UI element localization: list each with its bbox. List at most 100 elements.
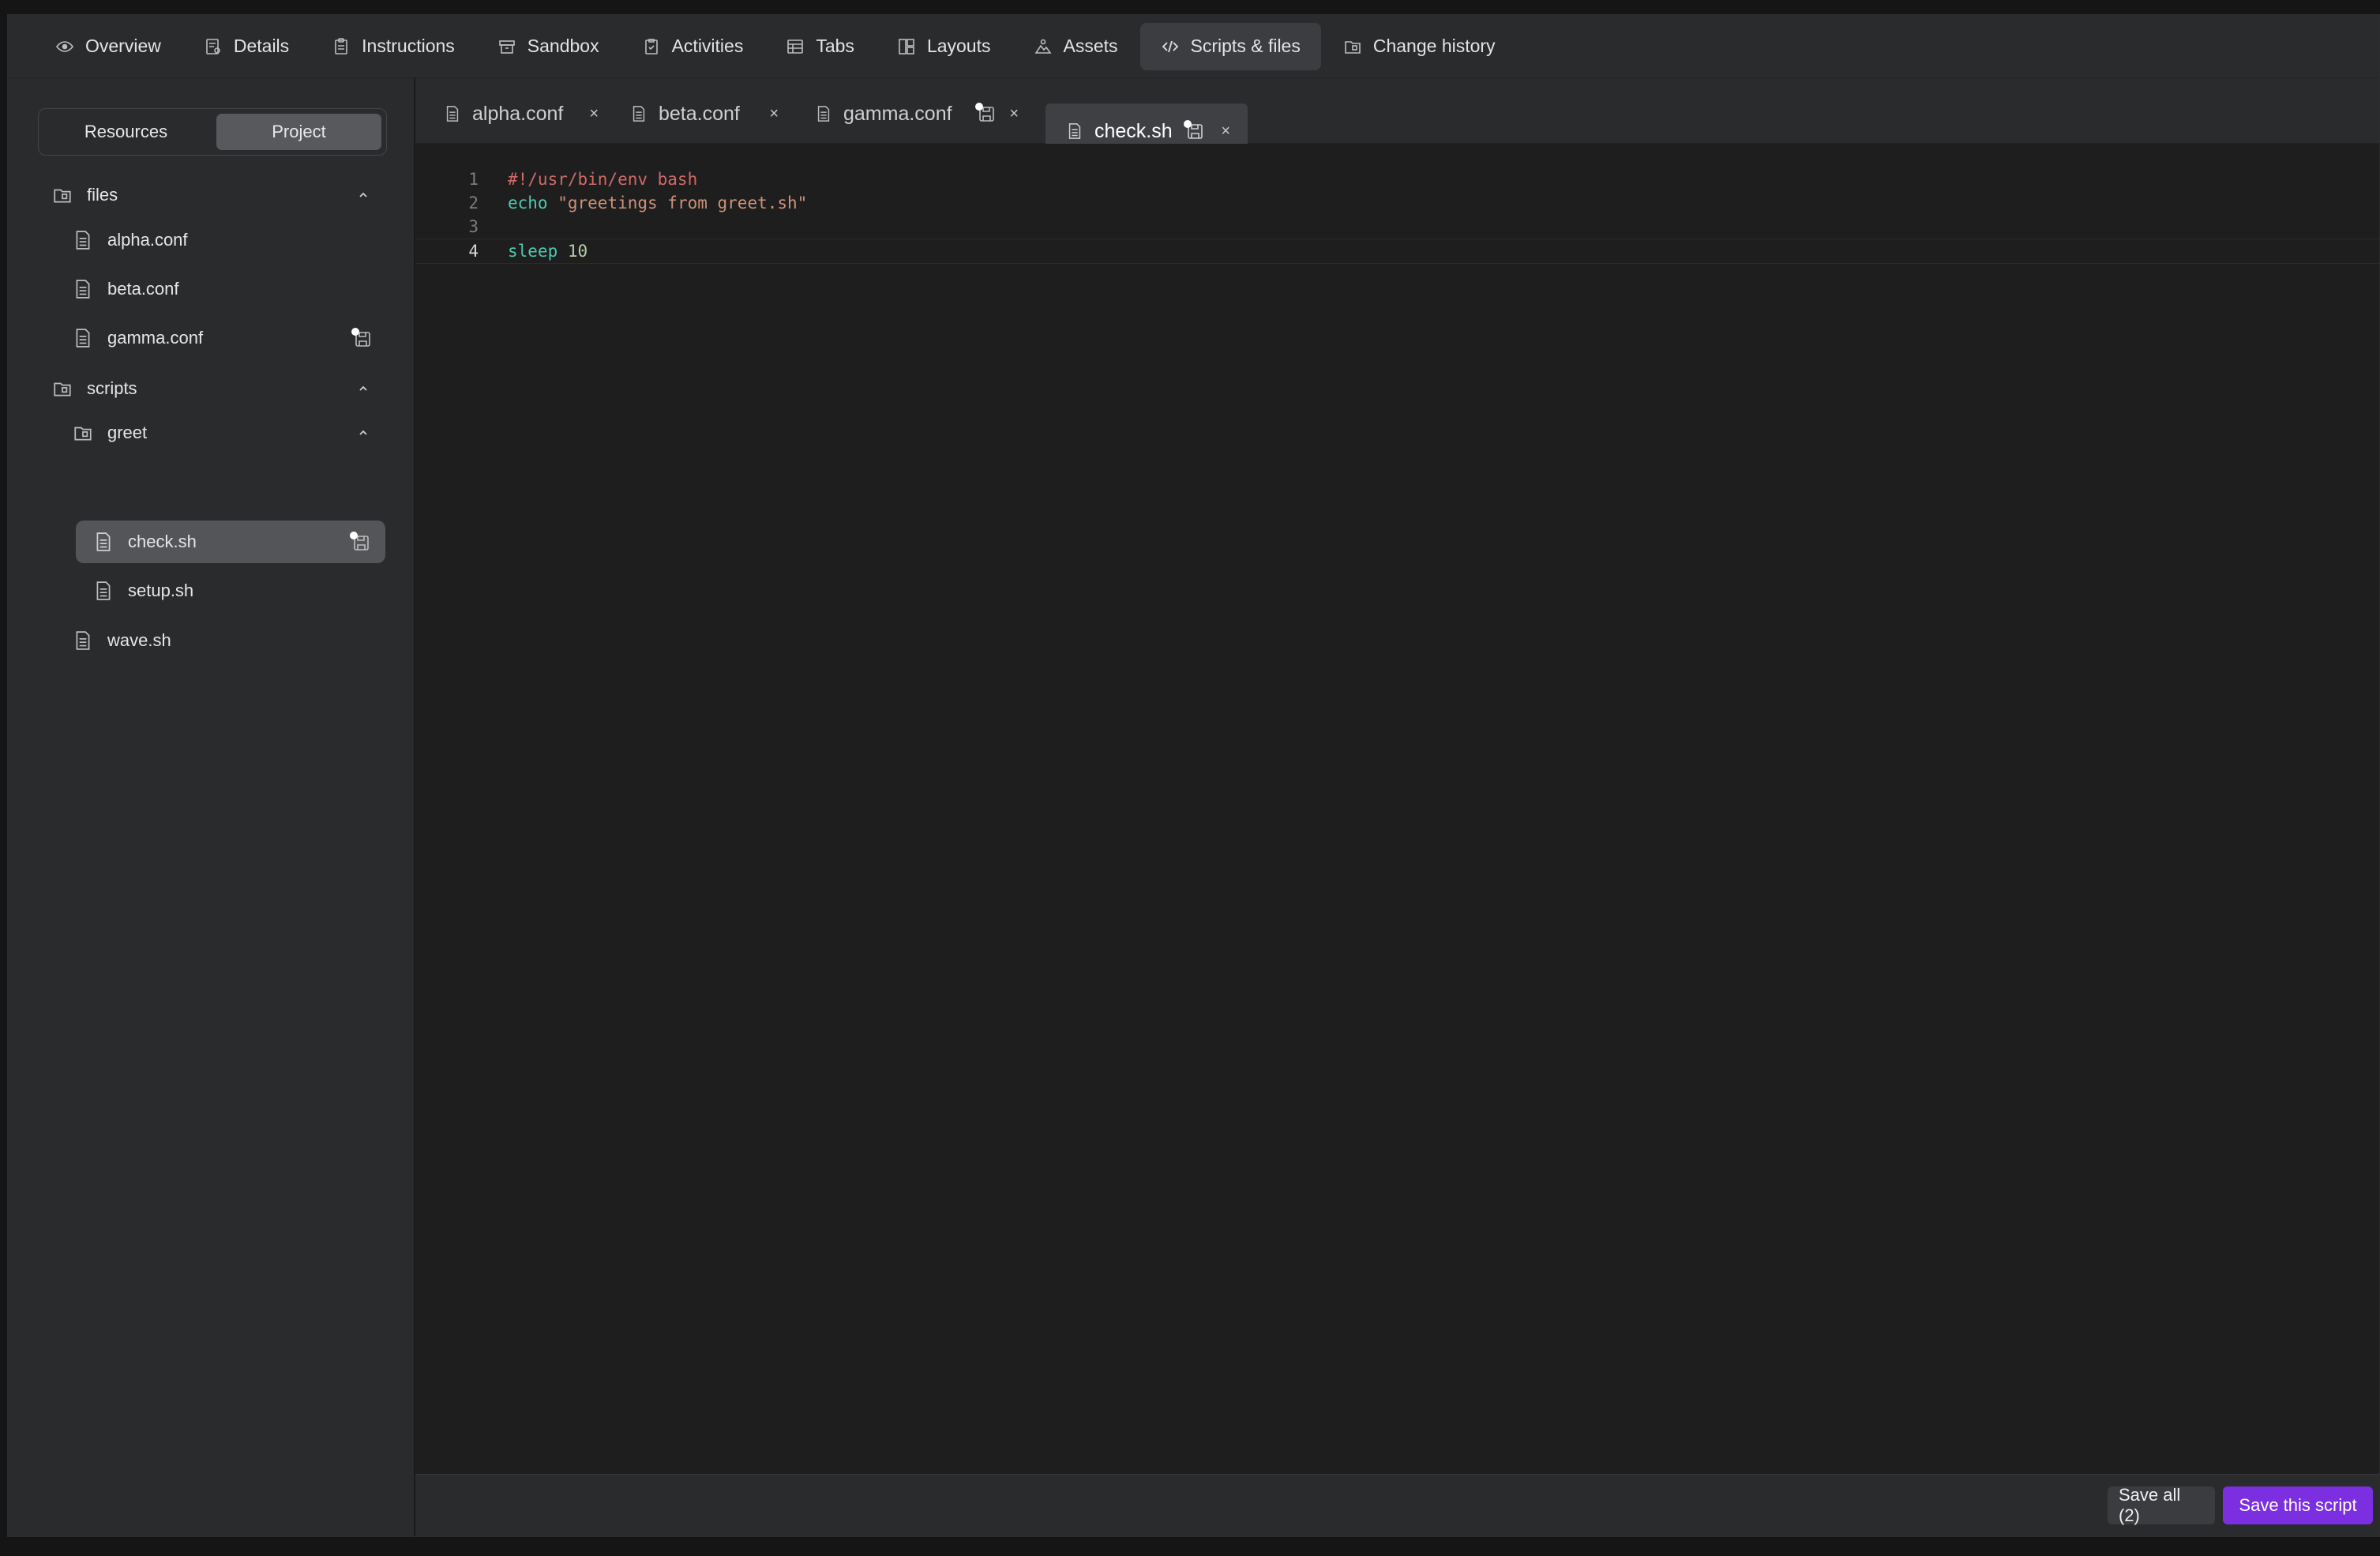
file-icon	[76, 280, 90, 299]
file-icon	[76, 231, 90, 250]
close-icon[interactable]: ×	[1009, 105, 1019, 123]
unsaved-changes-icon	[350, 532, 369, 551]
folder-files[interactable]: files	[52, 174, 387, 216]
nav-label: Layouts	[926, 36, 991, 56]
line-content: sleep 10	[508, 242, 587, 261]
tab-label: check.sh	[1094, 119, 1173, 142]
nav-label: Activities	[671, 36, 744, 56]
shebang-token: #!/usr/bin/env bash	[508, 170, 698, 189]
editor-tab-alpha-conf[interactable]: alpha.conf ×	[423, 86, 606, 141]
file-explorer-sidebar: Resources Project files alpha.conf beta.…	[8, 78, 415, 1536]
folder-label: greet	[107, 423, 148, 442]
chevron-up-icon[interactable]	[357, 382, 370, 395]
top-navigation: Overview Details Instructions Sandbox Ac…	[8, 15, 2379, 78]
nav-label: Assets	[1063, 36, 1118, 56]
unsaved-changes-icon	[1184, 120, 1203, 139]
file-label: gamma.conf	[107, 328, 204, 348]
save-script-button[interactable]: Save this script	[2223, 1486, 2373, 1524]
tree-file-gamma-conf[interactable]: gamma.conf	[73, 317, 387, 359]
eye-icon	[56, 40, 73, 52]
code-line: 1 #!/usr/bin/env bash	[415, 167, 2379, 191]
nav-label: Details	[233, 36, 290, 56]
editor-footer: Save all (2) Save this script	[415, 1474, 2379, 1536]
file-icon	[1068, 123, 1081, 139]
line-number: 4	[468, 242, 479, 261]
unsaved-changes-icon	[975, 103, 994, 122]
nav-label: Change history	[1372, 36, 1496, 56]
line-number: 2	[468, 194, 479, 212]
number-token: 10	[567, 242, 588, 261]
nav-details[interactable]: Details	[183, 23, 310, 70]
file-icon	[817, 106, 830, 122]
file-icon	[633, 106, 645, 122]
file-label: beta.conf	[107, 279, 179, 299]
line-content: #!/usr/bin/env bash	[508, 170, 697, 189]
nav-layouts[interactable]: Layouts	[877, 23, 1012, 70]
file-icon	[76, 631, 90, 650]
code-editor[interactable]: 1 #!/usr/bin/env bash 2 echo "greetings …	[415, 144, 2379, 1475]
line-content: echo "greetings from greet.sh"	[508, 194, 807, 212]
chevron-up-icon[interactable]	[357, 189, 370, 201]
nav-activities[interactable]: Activities	[621, 23, 764, 70]
editor-tab-beta-conf[interactable]: beta.conf ×	[610, 86, 785, 141]
folder-label: files	[87, 185, 118, 205]
layout-icon	[899, 38, 914, 54]
nav-sandbox[interactable]: Sandbox	[477, 23, 620, 70]
folder-icon	[54, 382, 71, 397]
tabs-icon	[787, 39, 804, 54]
folder-greet[interactable]: greet	[73, 412, 387, 454]
file-label: alpha.conf	[107, 230, 188, 250]
nav-assets[interactable]: Assets	[1013, 23, 1139, 70]
file-label: check.sh	[128, 532, 197, 551]
nav-label: Sandbox	[527, 36, 599, 56]
tree-file-check-sh[interactable]: check.sh	[76, 521, 385, 563]
nav-label: Scripts & files	[1190, 36, 1301, 56]
file-label: setup.sh	[128, 581, 194, 600]
code-icon	[1162, 40, 1178, 52]
unsaved-changes-icon	[351, 328, 370, 347]
tree-file-setup-sh[interactable]: setup.sh	[93, 569, 387, 612]
folder-icon	[54, 189, 71, 203]
tab-label: beta.conf	[659, 102, 740, 125]
history-icon	[1345, 40, 1361, 54]
tree-file-wave-sh[interactable]: wave.sh	[73, 619, 387, 662]
nav-tabs[interactable]: Tabs	[765, 23, 875, 70]
nav-scripts-files[interactable]: Scripts & files	[1139, 22, 1321, 70]
save-all-button[interactable]: Save all (2)	[2108, 1485, 2215, 1525]
chevron-up-icon[interactable]	[357, 427, 370, 439]
file-icon	[96, 532, 111, 551]
tree-file-beta-conf[interactable]: beta.conf	[73, 268, 387, 310]
tree-file-alpha-conf[interactable]: alpha.conf	[73, 219, 387, 261]
nav-label: Instructions	[362, 36, 455, 56]
close-icon[interactable]: ×	[589, 105, 599, 123]
nav-label: Overview	[85, 36, 161, 56]
tab-label: gamma.conf	[843, 102, 952, 125]
close-icon[interactable]: ×	[769, 105, 779, 123]
view-toggle: Resources Project	[38, 108, 387, 156]
file-icon	[96, 581, 111, 600]
string-token: "greetings from greet.sh"	[557, 194, 808, 212]
file-icon	[76, 329, 90, 348]
folder-label: scripts	[87, 378, 137, 398]
nav-label: Tabs	[816, 36, 854, 56]
close-icon[interactable]: ×	[1221, 122, 1230, 141]
nav-overview[interactable]: Overview	[35, 23, 182, 70]
details-icon	[206, 38, 220, 54]
command-token: sleep	[508, 242, 558, 261]
code-line-current: 4 sleep 10	[415, 239, 2379, 264]
editor-tab-bar: alpha.conf × beta.conf × gamma.conf × ch…	[415, 78, 2379, 159]
nav-change-history[interactable]: Change history	[1323, 23, 1516, 70]
clipboard-icon	[335, 37, 347, 54]
app-window: Overview Details Instructions Sandbox Ac…	[7, 14, 2380, 1537]
project-toggle[interactable]: Project	[216, 114, 381, 150]
nav-instructions[interactable]: Instructions	[311, 23, 475, 70]
checklist-icon	[644, 38, 658, 54]
line-number: 1	[468, 170, 479, 189]
sandbox-icon	[498, 39, 515, 54]
folder-scripts[interactable]: scripts	[52, 367, 387, 410]
editor-tab-gamma-conf[interactable]: gamma.conf ×	[794, 86, 1028, 141]
file-label: wave.sh	[107, 630, 171, 650]
resources-toggle[interactable]: Resources	[43, 114, 208, 150]
tab-label: alpha.conf	[472, 102, 564, 125]
code-line: 3	[415, 215, 2379, 239]
